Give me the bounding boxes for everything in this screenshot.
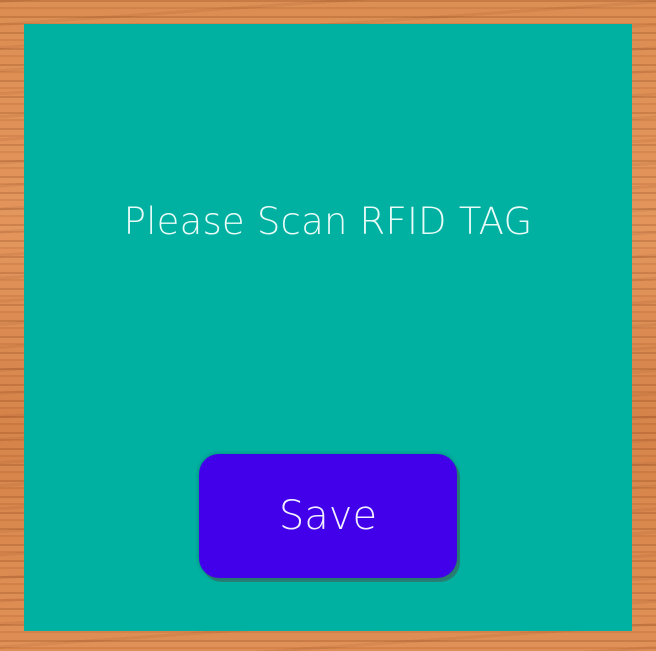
scan-prompt-text: Please Scan RFID TAG xyxy=(123,200,533,243)
main-panel: Please Scan RFID TAG Save xyxy=(24,24,632,631)
save-button[interactable]: Save xyxy=(199,454,457,578)
